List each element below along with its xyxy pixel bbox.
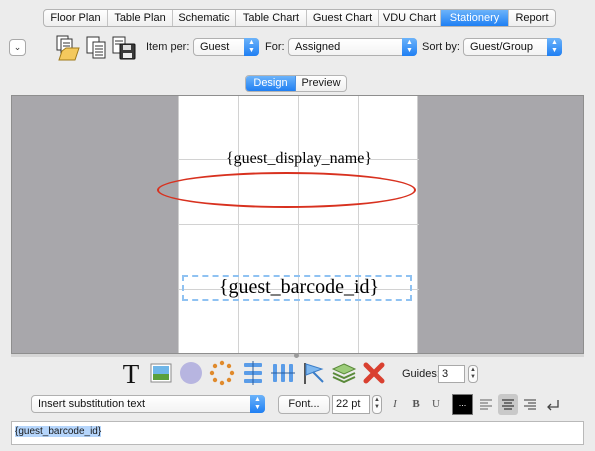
pointer-flag-tool-icon[interactable]: [301, 360, 327, 386]
select-arrows-icon: ▲ ▼: [250, 395, 265, 413]
field-text-editor[interactable]: {guest_barcode_id}: [11, 421, 584, 445]
stationery-page[interactable]: {guest_display_name} {guest_barcode_id}: [178, 96, 419, 353]
circle-layout-tool-icon[interactable]: [209, 360, 235, 386]
for-label: For:: [265, 41, 285, 53]
tab-stationery[interactable]: Stationery: [441, 10, 509, 26]
underline-button[interactable]: U: [427, 396, 445, 413]
tab-vdu-chart[interactable]: VDU Chart: [379, 10, 441, 26]
save-disk-icon[interactable]: [111, 34, 137, 62]
align-horizontal-tool-icon[interactable]: [270, 360, 296, 386]
font-size-input[interactable]: 22 pt: [332, 395, 370, 414]
substitution-text-select[interactable]: Insert substitution text ▲ ▼: [31, 395, 265, 413]
guides-input[interactable]: 3: [438, 365, 465, 383]
selected-text: {guest_barcode_id}: [15, 426, 102, 437]
select-arrows-icon: ▲ ▼: [244, 38, 259, 56]
tab-floor-plan[interactable]: Floor Plan: [44, 10, 108, 26]
for-value: Assigned: [295, 41, 341, 53]
text-tool-icon[interactable]: T: [118, 360, 144, 386]
stationery-window: Floor Plan Table Plan Schematic Table Ch…: [0, 0, 595, 451]
guest-display-name-field[interactable]: {guest_display_name}: [179, 150, 419, 168]
font-size-stepper[interactable]: ▲ ▼: [372, 395, 382, 414]
svg-text:T: T: [123, 360, 140, 386]
bold-button[interactable]: B: [407, 396, 425, 413]
tab-guest-chart[interactable]: Guest Chart: [307, 10, 379, 26]
font-button[interactable]: Font...: [278, 395, 330, 414]
align-left-icon[interactable]: [476, 394, 496, 415]
align-right-icon[interactable]: [520, 394, 540, 415]
image-tool-icon[interactable]: [148, 360, 174, 386]
top-tab-bar: Floor Plan Table Plan Schematic Table Ch…: [43, 9, 556, 27]
italic-button[interactable]: I: [386, 396, 404, 413]
layers-tool-icon[interactable]: [331, 360, 357, 386]
splitter-handle-icon[interactable]: [294, 353, 299, 358]
text-color-well[interactable]: ...: [452, 394, 473, 415]
tab-schematic[interactable]: Schematic: [173, 10, 236, 26]
design-canvas[interactable]: {guest_display_name} {guest_barcode_id}: [11, 95, 584, 354]
design-preview-toggle: Design Preview: [245, 75, 347, 92]
substitution-placeholder: Insert substitution text: [38, 398, 145, 410]
documents-icon[interactable]: [84, 34, 110, 62]
collapse-chevron-button[interactable]: ⌄: [9, 39, 26, 56]
highlight-annotation: [157, 172, 416, 208]
align-center-icon[interactable]: [498, 394, 518, 415]
item-per-value: Guest: [200, 41, 230, 53]
tab-report[interactable]: Report: [509, 10, 555, 26]
guest-barcode-field[interactable]: {guest_barcode_id}: [179, 276, 419, 299]
tab-table-chart[interactable]: Table Chart: [236, 10, 307, 26]
select-arrows-icon: ▲ ▼: [402, 38, 417, 56]
item-per-label: Item per:: [146, 41, 190, 53]
guides-label: Guides:: [402, 368, 440, 380]
guide-line: [179, 224, 419, 225]
open-folder-icon[interactable]: [55, 34, 81, 62]
design-tab[interactable]: Design: [246, 76, 296, 91]
sort-by-value: Guest/Group: [470, 41, 533, 53]
for-select[interactable]: Assigned ▲ ▼: [288, 38, 417, 56]
select-arrows-icon: ▲ ▼: [547, 38, 562, 56]
delete-icon[interactable]: [361, 360, 387, 386]
item-per-select[interactable]: Guest ▲ ▼: [193, 38, 259, 56]
sort-by-label: Sort by:: [422, 41, 460, 53]
tab-table-plan[interactable]: Table Plan: [108, 10, 173, 26]
newline-return-icon[interactable]: [543, 394, 563, 415]
sort-by-select[interactable]: Guest/Group ▲ ▼: [463, 38, 562, 56]
align-vertical-tool-icon[interactable]: [240, 360, 266, 386]
guides-stepper[interactable]: ▲ ▼: [468, 365, 478, 383]
preview-tab[interactable]: Preview: [296, 76, 346, 91]
ellipse-tool-icon[interactable]: [178, 360, 204, 386]
